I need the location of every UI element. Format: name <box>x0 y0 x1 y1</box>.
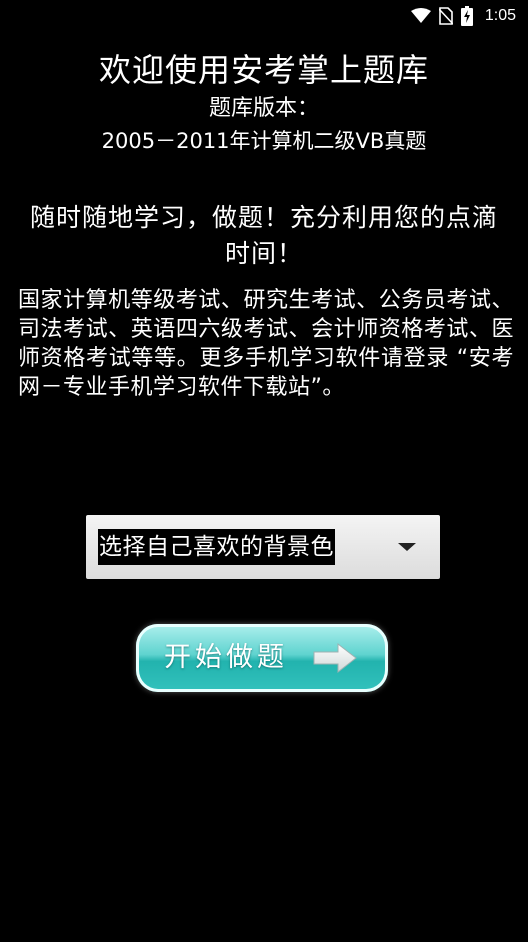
page-title: 欢迎使用安考掌上题库 <box>98 51 429 89</box>
version-value: 2005－2011年计算机二级VB真题 <box>101 129 427 153</box>
start-quiz-button-label: 开始做题 <box>164 642 288 673</box>
arrow-right-icon <box>312 642 358 678</box>
version-label: 题库版本： <box>208 96 319 121</box>
status-time: 1:05 <box>484 7 516 24</box>
background-color-select-label: 选择自己喜欢的背景色 <box>98 529 335 565</box>
wifi-icon <box>410 8 431 24</box>
no-sim-icon <box>438 7 453 25</box>
status-bar: 1:05 <box>0 0 528 32</box>
start-quiz-button[interactable]: 开始做题 <box>136 624 388 692</box>
dropdown-arrow-icon <box>398 543 416 551</box>
slogan-text: 随时随地学习，做题！充分利用您的点滴时间！ <box>29 203 498 268</box>
battery-charging-icon <box>460 6 473 26</box>
background-color-select[interactable]: 选择自己喜欢的背景色 <box>86 515 440 579</box>
description-text: 国家计算机等级考试、研究生考试、公务员考试、司法考试、英语四六级考试、会计师资格… <box>18 288 514 400</box>
